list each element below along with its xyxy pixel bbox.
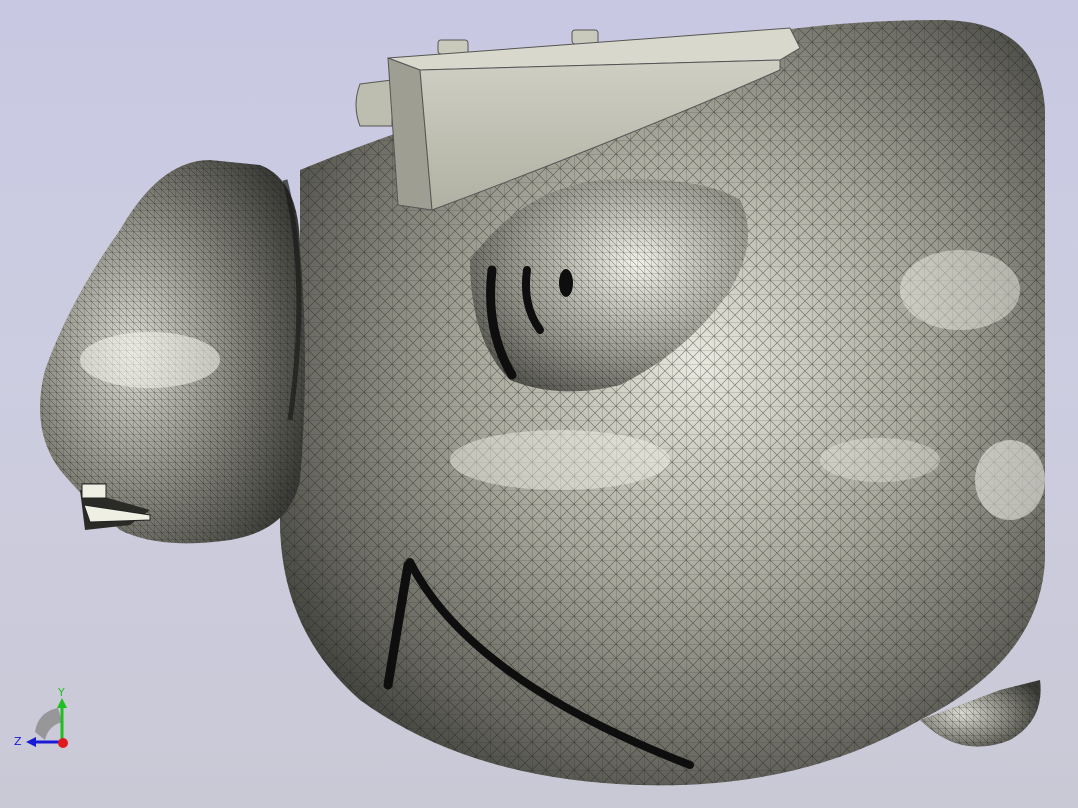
triad-arc: [35, 708, 62, 740]
ear-mark-3: [559, 269, 573, 297]
axis-triad: Y Z: [14, 686, 68, 748]
y-arrow-icon: [57, 698, 67, 708]
z-arrow-icon: [26, 737, 36, 747]
x-axis-dot: [58, 738, 68, 748]
y-axis-label: Y: [57, 686, 65, 699]
tooth-top: [81, 483, 107, 499]
z-axis-label: Z: [14, 735, 22, 748]
3d-viewport[interactable]: Y Z: [0, 0, 1078, 808]
mesh-model[interactable]: [0, 0, 1078, 808]
